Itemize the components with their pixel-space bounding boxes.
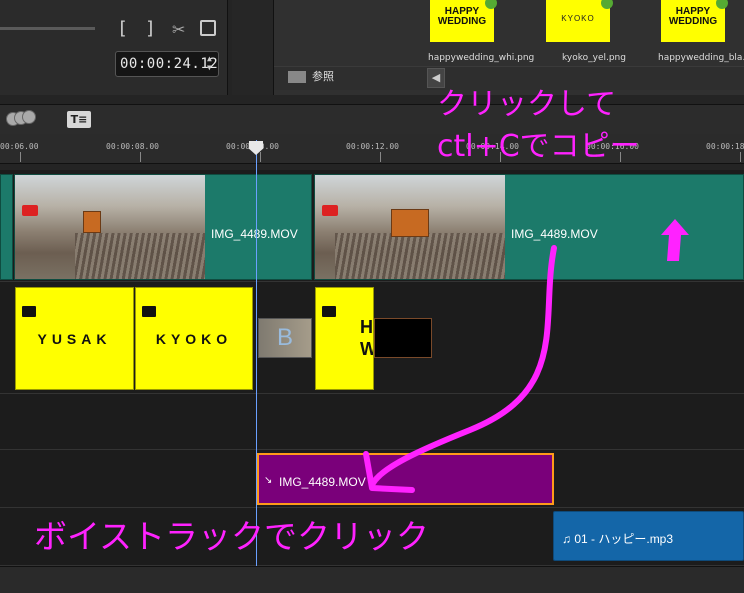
timeline-scrollbar[interactable] bbox=[0, 566, 744, 593]
thumbnail-line2: WEDDING bbox=[668, 16, 718, 27]
annotation-line2: ctl+Cでコピー bbox=[437, 129, 640, 164]
red-marker-icon bbox=[22, 205, 38, 216]
music-clip[interactable]: ♫ 01 - ハッピー.mp3 bbox=[553, 511, 744, 561]
annotation-line1: クリックして bbox=[437, 87, 617, 122]
thumbnail-caption: happywedding_bla.png bbox=[658, 53, 744, 63]
thumbnail-caption: happywedding_whi.png bbox=[428, 53, 535, 63]
library-thumbnail[interactable]: KYOKO bbox=[546, 0, 613, 42]
ruler-tick bbox=[20, 152, 21, 162]
link-icon: ↘ bbox=[264, 475, 273, 486]
ruler-label: 00:00:08.00 bbox=[106, 142, 159, 151]
title-clip[interactable]: KYOKO bbox=[135, 287, 253, 390]
preview-controls-panel: [ ] ✂ 00:00:24.12 ▲ ▼ bbox=[0, 0, 228, 95]
title-clip-icon bbox=[322, 306, 336, 317]
thumbnail-caption: kyoko_yel.png bbox=[562, 53, 626, 63]
browse-label: 参照 bbox=[312, 70, 334, 83]
ruler-label: 00:00:18.0 bbox=[706, 142, 744, 151]
clip-thumbnail-train bbox=[391, 209, 429, 237]
clip-label: ♫ 01 - ハッピー.mp3 bbox=[562, 530, 673, 547]
split-clip-icon[interactable]: ✂ bbox=[172, 20, 185, 39]
playhead-line[interactable] bbox=[256, 140, 257, 570]
panel-separator bbox=[232, 0, 274, 95]
library-thumbnail[interactable]: HAPPY WEDDING bbox=[661, 0, 728, 42]
video-editor-window: [ ] ✂ 00:00:24.12 ▲ ▼ HAPPY WEDDING KYOKO… bbox=[0, 0, 744, 593]
thumbnail-line2: WEDDING bbox=[437, 16, 487, 27]
clip-label: IMG_4489.MOV bbox=[511, 227, 598, 241]
music-note-icon: ♫ bbox=[562, 532, 575, 546]
video-clip[interactable]: IMG_4489.MOV bbox=[14, 174, 312, 280]
annotation-click-voice-track: ボイストラックでクリック bbox=[34, 517, 430, 556]
transition-icon[interactable]: B bbox=[258, 318, 312, 358]
library-thumbnail[interactable]: HAPPY WEDDING bbox=[430, 0, 497, 42]
red-marker-icon bbox=[322, 205, 338, 216]
title-clip[interactable]: YUSAK bbox=[15, 287, 134, 390]
video-clip-fragment[interactable] bbox=[0, 174, 13, 280]
timecode-display[interactable]: 00:00:24.12 ▲ ▼ bbox=[115, 51, 219, 77]
ruler-tick bbox=[380, 152, 381, 162]
mark-in-button[interactable]: [ bbox=[117, 18, 128, 39]
title-clip-text: KYOKO bbox=[155, 331, 233, 347]
folder-icon bbox=[288, 71, 306, 83]
ruler-tick bbox=[740, 152, 741, 162]
ruler-tick bbox=[140, 152, 141, 162]
title-clip-text: YUSAK bbox=[37, 331, 112, 347]
title-clip-icon bbox=[142, 306, 156, 317]
up-arrow-icon bbox=[661, 219, 689, 261]
preview-scrubber[interactable] bbox=[0, 27, 95, 30]
mark-out-button[interactable]: ] bbox=[145, 18, 156, 39]
annotation-copy-instruction: クリックして ctl+Cでコピー bbox=[437, 84, 640, 168]
timecode-value: 00:00:24.12 bbox=[120, 56, 219, 72]
ruler-label: 00:06.00 bbox=[0, 142, 39, 151]
title-tool-icon[interactable]: T≡ bbox=[67, 111, 91, 128]
track-manager-icon[interactable] bbox=[6, 110, 38, 128]
clip-label: IMG_4489.MOV bbox=[211, 227, 298, 241]
copy-icon[interactable] bbox=[200, 20, 216, 36]
ruler-tick bbox=[260, 152, 261, 162]
clip-thumbnail bbox=[15, 175, 205, 279]
clip-thumbnail-rails bbox=[75, 233, 205, 279]
title-clip-icon bbox=[22, 306, 36, 317]
browse-button[interactable]: 参照 bbox=[288, 68, 334, 84]
clip-thumbnail-train bbox=[83, 211, 101, 233]
annotation-arrow-icon bbox=[363, 245, 557, 493]
timecode-stepper[interactable]: ▲ ▼ bbox=[207, 54, 215, 72]
ruler-label: 00:00:12.00 bbox=[346, 142, 399, 151]
music-clip-name: 01 - ハッピー.mp3 bbox=[574, 532, 674, 546]
